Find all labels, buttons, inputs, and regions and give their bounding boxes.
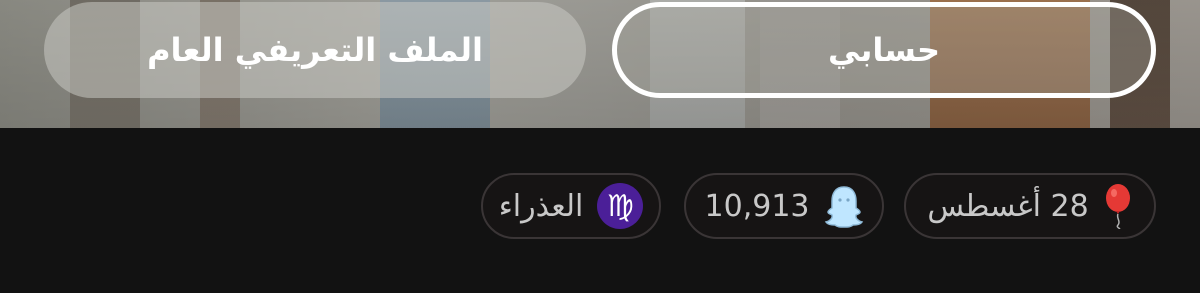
my-account-label: حسابي: [827, 31, 941, 69]
ghost-icon: [824, 184, 864, 228]
public-profile-button[interactable]: الملف التعريفي العام: [44, 2, 586, 98]
public-profile-label: الملف التعريفي العام: [147, 31, 483, 69]
virgo-icon: ♍: [597, 183, 644, 229]
zodiac-chip[interactable]: ♍ العذراء: [481, 173, 661, 239]
my-account-button[interactable]: حسابي: [612, 2, 1156, 98]
snap-score-value: 10,913: [704, 188, 810, 224]
birthday-chip[interactable]: 28 أغسطس: [904, 173, 1156, 239]
zodiac-label: العذراء: [498, 188, 584, 224]
balloon-icon: [1103, 183, 1133, 229]
snap-score-chip[interactable]: 10,913: [684, 173, 884, 239]
profile-header: الملف التعريفي العام حسابي ♍ العذراء 10,…: [0, 0, 1200, 293]
cover-photo: الملف التعريفي العام حسابي: [0, 0, 1200, 128]
birthday-label: 28 أغسطس: [927, 188, 1089, 224]
